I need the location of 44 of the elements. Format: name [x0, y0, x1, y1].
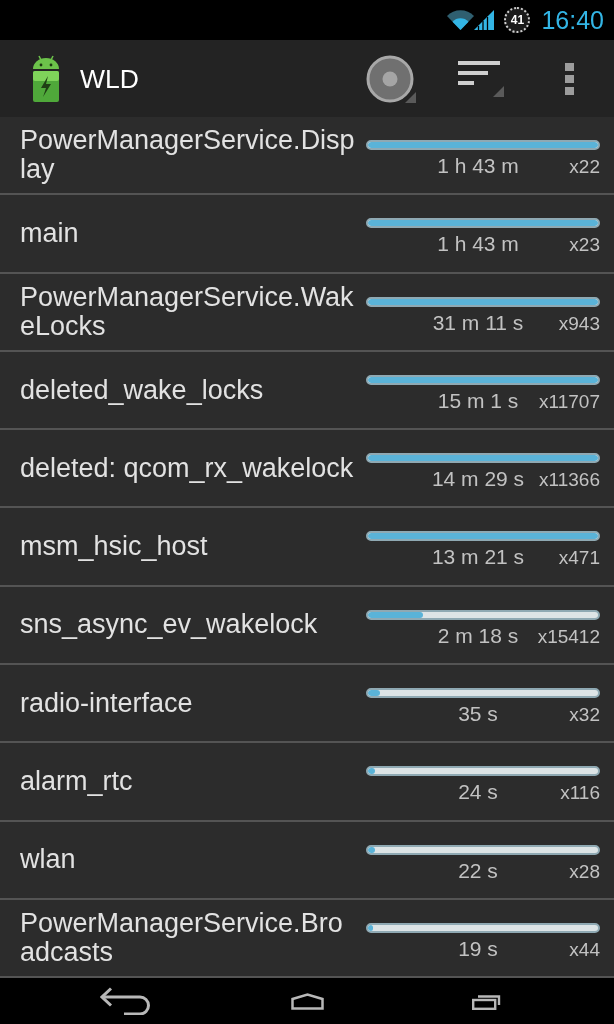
- duration-text: 22 s: [458, 858, 498, 883]
- recent-apps-icon[interactable]: [472, 992, 502, 1010]
- wakelock-name: main: [20, 218, 80, 248]
- battery-badge: 41: [504, 7, 531, 33]
- duration-text: 19 s: [458, 936, 498, 961]
- overflow-menu-icon[interactable]: [565, 62, 574, 95]
- duration-text: 1 h 43 m: [437, 232, 519, 257]
- duration-text: 24 s: [458, 780, 498, 805]
- duration-text: 1 h 43 m: [437, 154, 519, 178]
- wifi-icon: [447, 10, 475, 30]
- wakelock-name: sns_async_ev_wakelock: [20, 610, 319, 640]
- duration-text: 35 s: [458, 702, 498, 727]
- wakelock-name: alarm_rtc: [20, 767, 134, 796]
- signal-icon: [474, 10, 495, 30]
- duration-text: 14 m 29 s: [431, 467, 525, 492]
- count-text: x11366: [539, 468, 600, 492]
- wakelock-name: deleted: qcom_rx_wakelock: [20, 453, 355, 483]
- android-battery-icon: [30, 54, 62, 103]
- count-text: x11707: [539, 389, 600, 413]
- count-text: x28: [569, 859, 600, 883]
- wakelock-name: deleted_wake_locks: [20, 375, 265, 405]
- duration-text: 15 m 1 s: [437, 388, 519, 413]
- status-time: 16:40: [541, 5, 604, 35]
- duration-text: 13 m 21 s: [431, 545, 525, 570]
- count-text: x116: [560, 781, 600, 805]
- wakelock-name: msm_hsic_host: [20, 532, 209, 562]
- duration-text: 31 m 11 s: [432, 310, 524, 335]
- count-text: x22: [569, 155, 600, 178]
- sort-icon[interactable]: [458, 60, 504, 97]
- app-title: WLD: [80, 62, 139, 95]
- count-text: x471: [558, 546, 600, 570]
- wakelock-name: wlan: [20, 845, 77, 875]
- wakelock-name: PowerManagerService.Display: [20, 126, 356, 185]
- wakelock-name: PowerManagerService.Broadcasts: [20, 909, 344, 968]
- duration-text: 2 m 18 s: [437, 623, 519, 648]
- count-text: x23: [569, 233, 600, 257]
- count-text: x15412: [537, 624, 600, 648]
- count-text: x32: [569, 703, 600, 727]
- count-text: x44: [569, 937, 600, 961]
- circle-dot-icon[interactable]: [366, 54, 416, 103]
- home-icon[interactable]: [290, 992, 324, 1010]
- wakelock-name: PowerManagerService.WakeLocks: [20, 282, 355, 341]
- wakelock-name: radio-interface: [20, 688, 194, 718]
- count-text: x943: [558, 311, 600, 335]
